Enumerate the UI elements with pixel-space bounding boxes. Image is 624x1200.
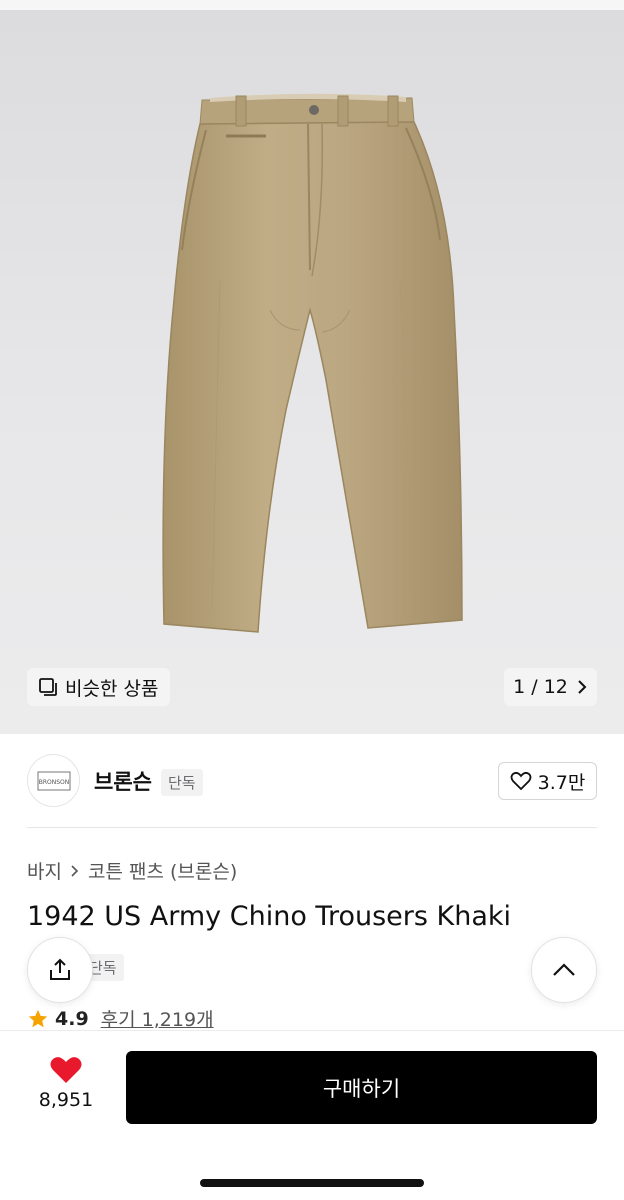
bottom-action-bar: 8,951 구매하기 [0,1030,624,1200]
product-image-gallery[interactable]: 비슷한 상품 1 / 12 [0,10,624,734]
similar-products-label: 비슷한 상품 [65,677,159,700]
status-bar-area [0,0,624,10]
product-title: 1942 US Army Chino Trousers Khaki [27,901,512,932]
heart-outline-icon [510,771,532,791]
breadcrumb-item[interactable]: 바지 [27,857,62,884]
rating-row: 4.9 후기 1,219개 [27,1005,214,1032]
brand-logo-text: BRONSON [38,779,69,786]
buy-button[interactable]: 구매하기 [126,1051,597,1124]
star-icon [28,1009,48,1027]
share-button[interactable] [27,937,93,1003]
scroll-to-top-button[interactable] [531,937,597,1003]
image-page-indicator[interactable]: 1 / 12 [504,668,597,706]
brand-like-count: 3.7만 [537,771,586,794]
exclusive-badge: 단독 [161,769,203,796]
similar-products-icon [39,678,57,696]
page-separator: / [531,676,538,698]
home-indicator [200,1179,424,1187]
breadcrumb: 바지 코튼 팬츠 (브론슨) [27,857,237,884]
breadcrumb-item[interactable]: 코튼 팬츠 (브론슨) [88,857,237,884]
heart-filled-icon [50,1057,82,1083]
brand-logo-image: BRONSON [37,771,70,790]
brand-name[interactable]: 브론슨 [94,766,152,796]
share-icon [50,958,70,980]
brand-row: BRONSON 브론슨 단독 3.7만 [27,754,597,808]
page-current: 1 [513,676,526,698]
similar-products-button[interactable]: 비슷한 상품 [27,668,171,706]
brand-logo[interactable]: BRONSON [27,754,80,807]
divider [27,827,597,828]
page-total: 12 [543,676,568,698]
page-indicator-text: 1 / 12 [513,676,568,698]
brand-like-button[interactable]: 3.7만 [498,762,597,800]
chevron-right-icon [578,680,587,694]
wishlist-count: 8,951 [38,1089,94,1111]
rating-value: 4.9 [55,1007,89,1030]
product-image-khaki-trousers [162,93,463,633]
review-count-link[interactable]: 후기 1,219개 [101,1005,214,1032]
chevron-up-icon [553,963,575,976]
wishlist-button[interactable]: 8,951 [30,1055,102,1111]
chevron-right-icon [71,864,79,877]
